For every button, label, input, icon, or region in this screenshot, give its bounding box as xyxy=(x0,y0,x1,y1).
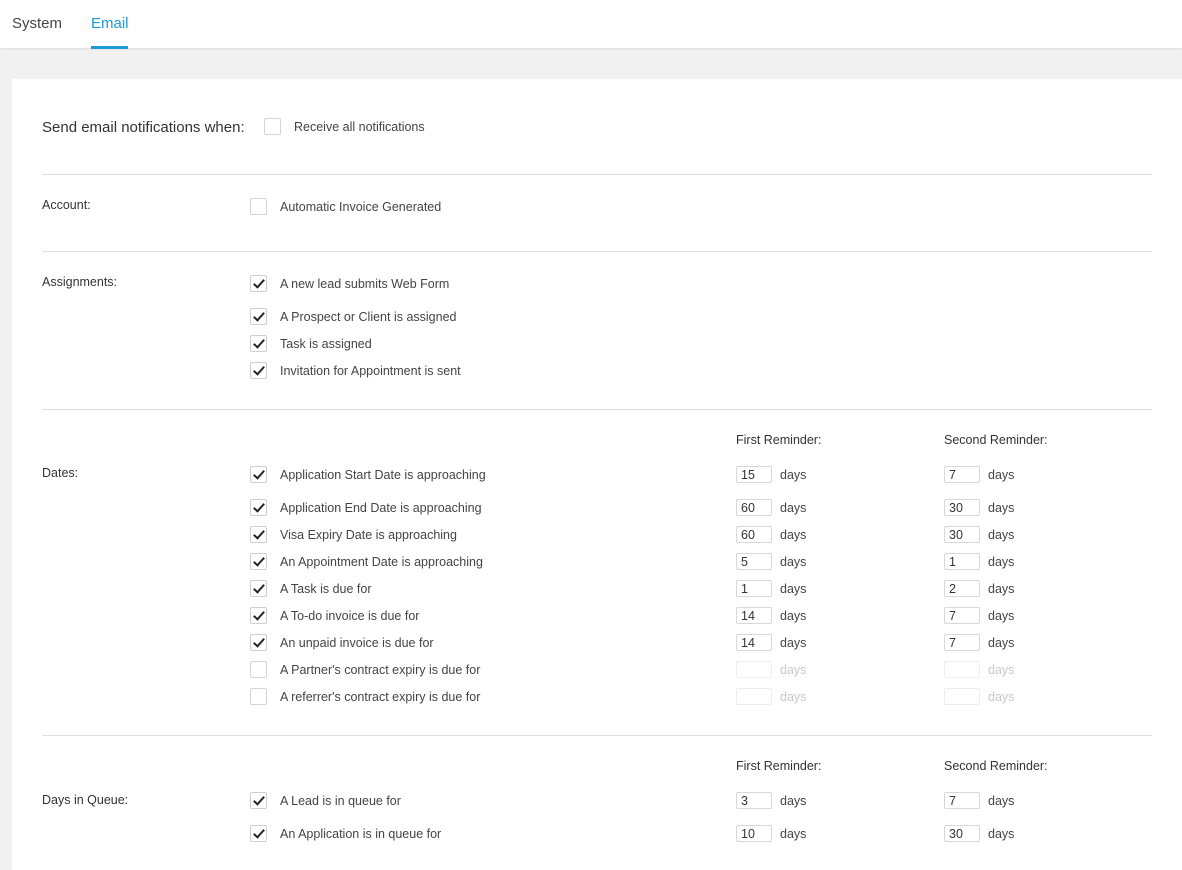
date-reminder-checkbox[interactable] xyxy=(250,466,267,483)
date-reminder-second-unit: days xyxy=(988,663,1015,677)
date-reminder-label: An unpaid invoice is due for xyxy=(280,636,434,650)
assignment-checkbox[interactable] xyxy=(250,335,267,352)
date-reminder-checkbox[interactable] xyxy=(250,634,267,651)
date-reminder-checkbox[interactable] xyxy=(250,607,267,624)
queue-reminder-second-unit: days xyxy=(988,827,1015,841)
queue-second-reminder-header: Second Reminder: xyxy=(944,759,1048,773)
date-reminder-checkbox[interactable] xyxy=(250,499,267,516)
queue-first-reminder-header: First Reminder: xyxy=(736,759,822,773)
date-reminder-second-reminder-input[interactable] xyxy=(944,688,980,705)
date-reminder-checkbox[interactable] xyxy=(250,580,267,597)
date-reminder-first-reminder-input[interactable] xyxy=(736,688,772,705)
date-reminder-second-unit: days xyxy=(988,468,1015,482)
date-reminder-second-reminder-input[interactable] xyxy=(944,553,980,570)
assignment-label: Task is assigned xyxy=(280,337,372,351)
date-reminder-second-reminder-input[interactable] xyxy=(944,634,980,651)
date-reminder-first-unit: days xyxy=(780,528,807,542)
date-reminder-checkbox[interactable] xyxy=(250,553,267,570)
date-reminder-first-reminder-input[interactable] xyxy=(736,661,772,678)
queue-reminder-checkbox[interactable] xyxy=(250,825,267,842)
date-reminder-first-reminder-input[interactable] xyxy=(736,607,772,624)
top-tab-bar: System Email xyxy=(0,0,1182,49)
queue-reminder-second-reminder-input[interactable] xyxy=(944,825,980,842)
date-reminder-checkbox[interactable] xyxy=(250,661,267,678)
date-reminder-first-unit: days xyxy=(780,663,807,677)
dates-first-reminder-header: First Reminder: xyxy=(736,433,822,447)
date-reminder-second-reminder-input[interactable] xyxy=(944,466,980,483)
date-reminder-label: A Task is due for xyxy=(280,582,372,596)
date-reminder-label: A referrer's contract expiry is due for xyxy=(280,690,481,704)
queue-reminder-first-unit: days xyxy=(780,827,807,841)
date-reminder-second-unit: days xyxy=(988,609,1015,623)
automatic-invoice-label: Automatic Invoice Generated xyxy=(280,200,442,214)
date-reminder-second-unit: days xyxy=(988,501,1015,515)
active-tab-indicator xyxy=(91,46,128,49)
date-reminder-first-unit: days xyxy=(780,609,807,623)
date-reminder-first-unit: days xyxy=(780,690,807,704)
date-reminder-second-unit: days xyxy=(988,582,1015,596)
automatic-invoice-checkbox[interactable] xyxy=(250,198,267,215)
divider xyxy=(42,251,1152,252)
date-reminder-first-reminder-input[interactable] xyxy=(736,580,772,597)
date-reminder-second-reminder-input[interactable] xyxy=(944,580,980,597)
date-reminder-label: A Partner's contract expiry is due for xyxy=(280,663,481,677)
queue-reminder-second-unit: days xyxy=(988,794,1015,808)
date-reminder-first-unit: days xyxy=(780,582,807,596)
date-reminder-second-unit: days xyxy=(988,690,1015,704)
receive-all-label: Receive all notifications xyxy=(294,120,425,134)
date-reminder-label: Application End Date is approaching xyxy=(280,501,482,515)
divider xyxy=(42,735,1152,736)
date-reminder-first-unit: days xyxy=(780,501,807,515)
section-label-assignments: Assignments: xyxy=(42,275,118,289)
date-reminder-second-unit: days xyxy=(988,636,1015,650)
date-reminder-second-reminder-input[interactable] xyxy=(944,526,980,543)
date-reminder-second-unit: days xyxy=(988,555,1015,569)
queue-reminder-first-reminder-input[interactable] xyxy=(736,825,772,842)
date-reminder-checkbox[interactable] xyxy=(250,526,267,543)
divider xyxy=(42,409,1152,410)
date-reminder-label: A To-do invoice is due for xyxy=(280,609,420,623)
date-reminder-second-unit: days xyxy=(988,528,1015,542)
queue-reminder-checkbox[interactable] xyxy=(250,792,267,809)
dates-second-reminder-header: Second Reminder: xyxy=(944,433,1048,447)
date-reminder-second-reminder-input[interactable] xyxy=(944,607,980,624)
date-reminder-second-reminder-input[interactable] xyxy=(944,499,980,516)
assignment-checkbox[interactable] xyxy=(250,308,267,325)
date-reminder-first-unit: days xyxy=(780,468,807,482)
queue-reminder-second-reminder-input[interactable] xyxy=(944,792,980,809)
section-label-dates: Dates: xyxy=(42,466,79,480)
queue-reminder-first-reminder-input[interactable] xyxy=(736,792,772,809)
tab-email[interactable]: Email xyxy=(91,15,129,32)
date-reminder-first-reminder-input[interactable] xyxy=(736,553,772,570)
date-reminder-first-reminder-input[interactable] xyxy=(736,634,772,651)
assignment-checkbox[interactable] xyxy=(250,275,267,292)
date-reminder-first-reminder-input[interactable] xyxy=(736,499,772,516)
date-reminder-second-reminder-input[interactable] xyxy=(944,661,980,678)
assignment-label: A new lead submits Web Form xyxy=(280,277,450,291)
assignment-label: Invitation for Appointment is sent xyxy=(280,364,461,378)
date-reminder-label: An Appointment Date is approaching xyxy=(280,555,483,569)
section-label-days-in-queue: Days in Queue: xyxy=(42,793,129,807)
queue-reminder-label: An Application is in queue for xyxy=(280,827,442,841)
queue-reminder-first-unit: days xyxy=(780,794,807,808)
email-notifications-card: Send email notifications when: Receive a… xyxy=(12,79,1182,870)
date-reminder-first-reminder-input[interactable] xyxy=(736,466,772,483)
date-reminder-label: Application Start Date is approaching xyxy=(280,468,486,482)
assignment-checkbox[interactable] xyxy=(250,362,267,379)
page-title: Send email notifications when: xyxy=(42,119,245,136)
date-reminder-checkbox[interactable] xyxy=(250,688,267,705)
queue-reminder-label: A Lead is in queue for xyxy=(280,794,401,808)
divider xyxy=(42,174,1152,175)
assignment-label: A Prospect or Client is assigned xyxy=(280,310,457,324)
date-reminder-first-unit: days xyxy=(780,636,807,650)
section-label-account: Account: xyxy=(42,198,91,212)
tab-system[interactable]: System xyxy=(12,15,62,32)
date-reminder-first-reminder-input[interactable] xyxy=(736,526,772,543)
receive-all-checkbox[interactable] xyxy=(264,118,281,135)
date-reminder-label: Visa Expiry Date is approaching xyxy=(280,528,457,542)
date-reminder-first-unit: days xyxy=(780,555,807,569)
